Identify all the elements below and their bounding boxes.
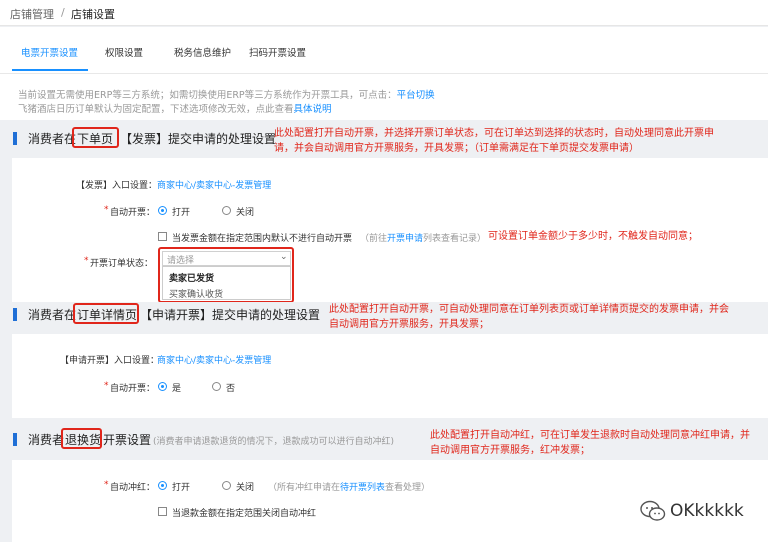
wechat-icon <box>640 500 666 521</box>
section3-header: 消费者 退换货 开票设置 (消费者申请退款退货的情况下，退款成功可以进行自动冲红… <box>0 418 768 460</box>
section3-title-pre: 消费者 <box>28 433 65 447</box>
notice-text-1: 当前设置无需使用ERP等三方系统；如需切换使用ERP等三方系统作为开票工具，可点… <box>18 90 397 101</box>
tab-bar: 电票开票设置 权限设置 税务信息维护 扫码开票设置 <box>0 27 768 73</box>
amount-note-pre: （前往 <box>360 234 388 244</box>
auto-invoice-label: 自动开票： <box>110 208 156 218</box>
section1-annotation-1: 此处配置打开自动开票，并选择开票订单状态，可在订单达到选择的状态时，自动处理同意… <box>274 128 714 139</box>
section3-title-note: (消费者申请退款退货的情况下，退款成功可以进行自动冲红) <box>153 437 395 447</box>
auto-invoice-off-radio[interactable] <box>222 206 231 215</box>
breadcrumb-separator: / <box>61 6 65 19</box>
section2-annotation-2: 自动调用官方开票服务，开具发票； <box>329 319 489 330</box>
notice-line-1: 当前设置无需使用ERP等三方系统；如需切换使用ERP等三方系统作为开票工具，可点… <box>18 87 435 101</box>
amount-range-checkbox[interactable] <box>158 232 167 241</box>
section2-title-post: 【申请开票】提交申请的处理设置 <box>140 308 321 322</box>
breadcrumb: 店铺管理 / 店铺设置 <box>0 0 768 26</box>
apply-entry-link[interactable]: 商家中心/卖家中心-发票管理 <box>157 353 271 366</box>
section3-annotation-1: 此处配置打开自动冲红，可在订单发生退款时自动处理同意冲红申请，并 <box>430 430 750 441</box>
details-link[interactable]: 具体说明 <box>294 104 332 115</box>
tab-scan-invoice-settings[interactable]: 扫码开票设置 <box>249 45 306 59</box>
amount-annotation: 可设置订单金额少于多少时，不触发自动同意； <box>488 231 698 242</box>
tab-permission-settings[interactable]: 权限设置 <box>105 45 143 59</box>
redflush-note-pre: （所有冲红申请在 <box>268 483 341 493</box>
platform-switch-link[interactable]: 平台切换 <box>397 90 435 101</box>
notice-panel: 当前设置无需使用ERP等三方系统；如需切换使用ERP等三方系统作为开票工具，可点… <box>0 74 768 120</box>
auto-redflush-off-radio[interactable] <box>222 481 231 490</box>
invoice-entry-label: 【发票】入口设置： <box>76 181 158 191</box>
watermark-text: OKkkkkk <box>670 501 744 521</box>
invoice-entry-link[interactable]: 商家中心/卖家中心-发票管理 <box>157 178 271 191</box>
auto-invoice-on-radio[interactable] <box>158 206 167 215</box>
section1-marker <box>13 132 17 145</box>
section3-marker <box>13 433 17 446</box>
section1-title-pre: 消费者在 <box>28 132 77 146</box>
required-star: * <box>104 205 109 215</box>
section3-annotation-2: 自动调用官方开票服务，红冲发票； <box>430 445 590 456</box>
section1-title-post: 【发票】提交申请的处理设置 <box>120 132 277 146</box>
invoice-request-link[interactable]: 开票申请 <box>387 234 423 244</box>
tab-tax-info[interactable]: 税务信息维护 <box>174 45 231 59</box>
required-star-3: * <box>104 480 109 490</box>
auto-invoice-yes-label[interactable]: 是 <box>172 381 181 394</box>
required-star-2: * <box>104 381 109 391</box>
auto-invoice-on-label[interactable]: 打开 <box>172 205 190 218</box>
notice-text-2: 飞猪酒店日历订单默认为固定配置，下述选项修改无效，点此查看 <box>18 104 294 115</box>
section1-panel: 【发票】入口设置： 商家中心/卖家中心-发票管理 * 自动开票： 打开 关闭 当… <box>12 158 768 303</box>
amount-note-post: 列表查看记录） <box>423 234 487 244</box>
pending-invoice-list-link[interactable]: 待开票列表 <box>340 483 385 493</box>
section1-highlight-box <box>72 127 119 148</box>
amount-range-label: 当发票金额在指定范围内默认不进行自动开票 <box>172 234 353 244</box>
section1-header: 消费者在 下单页 【发票】提交申请的处理设置 此处配置打开自动开票，并选择开票订… <box>0 120 768 158</box>
active-tab-indicator <box>12 69 88 71</box>
refund-range-checkbox[interactable] <box>158 507 167 516</box>
section2-header: 消费者在 订单详情页 【申请开票】提交申请的处理设置 此处配置打开自动开票，可自… <box>0 302 768 332</box>
section1-annotation-2: 请，并会自动调用官方开票服务，开具发票；（订单需满足在下单页提交发票申请） <box>274 143 639 154</box>
section3-title-post: 开票设置 <box>103 433 152 447</box>
status-highlight-box <box>158 247 294 303</box>
redflush-note-post: 查看处理） <box>385 483 431 493</box>
section2-highlight-box <box>73 303 139 324</box>
section3-panel: * 自动冲红： 打开 关闭 （所有冲红申请在待开票列表查看处理） 当退款金额在指… <box>12 460 768 542</box>
section2-annotation-1: 此处配置打开自动开票，可自动处理同意在订单列表页或订单详情页提交的发票申请，并会 <box>329 304 729 315</box>
auto-invoice-off-label[interactable]: 关闭 <box>236 205 254 218</box>
redflush-note: （所有冲红申请在待开票列表查看处理） <box>268 480 430 493</box>
auto-invoice-no-radio[interactable] <box>212 382 221 391</box>
section2-marker <box>13 308 17 321</box>
notice-line-2: 飞猪酒店日历订单默认为固定配置，下述选项修改无效，点此查看具体说明 <box>18 101 332 115</box>
order-status-label: 开票订单状态： <box>90 259 154 269</box>
apply-entry-label: 【申请开票】入口设置： <box>60 356 160 366</box>
auto-redflush-on-radio[interactable] <box>158 481 167 490</box>
amount-note: （前往开票申请列表查看记录） <box>360 231 486 244</box>
auto-redflush-on-label[interactable]: 打开 <box>172 480 190 493</box>
auto-redflush-label: 自动冲红： <box>110 483 156 493</box>
required-star-status: * <box>84 256 89 266</box>
auto-invoice-yes-radio[interactable] <box>158 382 167 391</box>
auto-invoice-label-2: 自动开票： <box>110 384 156 394</box>
auto-invoice-no-label[interactable]: 否 <box>226 381 235 394</box>
breadcrumb-root[interactable]: 店铺管理 <box>10 6 54 22</box>
section2-title-pre: 消费者在 <box>28 308 77 322</box>
breadcrumb-current: 店铺设置 <box>71 8 115 21</box>
auto-redflush-off-label[interactable]: 关闭 <box>236 480 254 493</box>
refund-range-label: 当退款金额在指定范围关闭自动冲红 <box>172 509 317 519</box>
section2-panel: 【申请开票】入口设置： 商家中心/卖家中心-发票管理 * 自动开票： 是 否 <box>12 334 768 418</box>
tab-e-invoice-settings[interactable]: 电票开票设置 <box>21 45 78 59</box>
section3-highlight-box <box>61 428 102 449</box>
